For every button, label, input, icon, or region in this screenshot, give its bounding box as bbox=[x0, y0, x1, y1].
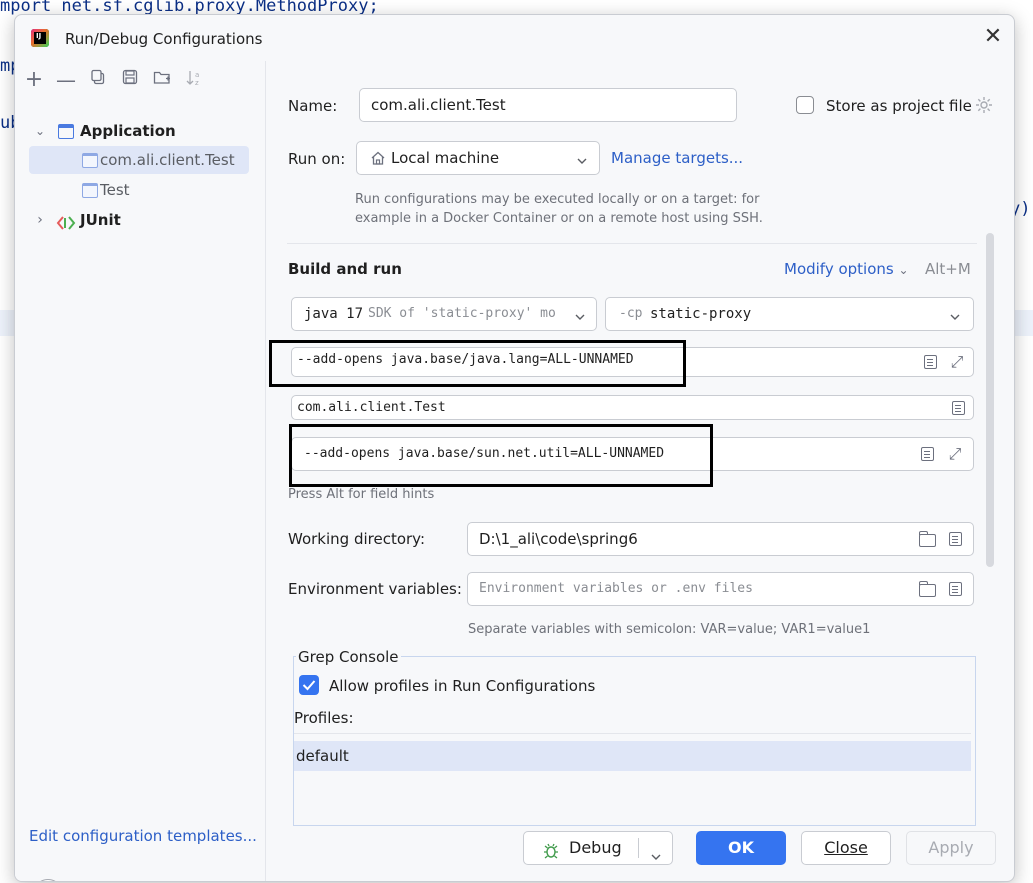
allow-profiles-label: Allow profiles in Run Configurations bbox=[329, 677, 596, 695]
classpath-value: static-proxy bbox=[650, 306, 752, 322]
name-label: Name: bbox=[288, 97, 338, 115]
chevron-down-icon bbox=[949, 308, 961, 327]
run-on-dropdown[interactable]: Local machine bbox=[356, 141, 600, 175]
save-icon[interactable] bbox=[119, 69, 141, 91]
dialog-titlebar: IJ Run/Debug Configurations ✕ bbox=[15, 15, 1014, 61]
chevron-down-icon[interactable] bbox=[650, 842, 662, 874]
classpath-prefix: -cp bbox=[619, 306, 643, 321]
tree-item-label: Application bbox=[80, 122, 176, 140]
bug-icon bbox=[542, 839, 560, 871]
modify-options-shortcut: Alt+M bbox=[925, 260, 971, 278]
class-config-icon bbox=[82, 153, 98, 168]
edit-configuration-templates-link[interactable]: Edit configuration templates... bbox=[29, 827, 257, 845]
modify-options-link[interactable]: Modify options ⌄ bbox=[784, 260, 909, 278]
tree-item-label: JUnit bbox=[80, 211, 121, 229]
tree-item-label: Test bbox=[100, 181, 130, 199]
jdk-dropdown[interactable]: java 17 SDK of 'static-proxy' mo bbox=[291, 297, 597, 331]
scrollbar[interactable] bbox=[986, 233, 994, 567]
store-as-project-checkbox[interactable] bbox=[796, 96, 814, 114]
annotation-box bbox=[269, 340, 686, 387]
chevron-down-icon bbox=[576, 152, 588, 171]
run-on-value: Local machine bbox=[391, 149, 500, 167]
help-button[interactable]: ? bbox=[33, 879, 63, 881]
run-on-hint-line-2: example in a Docker Container or on a re… bbox=[355, 211, 763, 226]
document-icon[interactable] bbox=[924, 355, 937, 369]
chevron-down-icon bbox=[574, 308, 586, 327]
chevron-right-icon[interactable]: › bbox=[33, 206, 47, 234]
tree-toolbar: + — az bbox=[23, 69, 253, 95]
chevron-down-icon[interactable]: ⌄ bbox=[33, 117, 47, 145]
modify-options-label: Modify options bbox=[784, 260, 894, 278]
close-button[interactable]: Close bbox=[801, 831, 891, 865]
profiles-label: Profiles: bbox=[294, 709, 354, 727]
environment-variables-label: Environment variables: bbox=[288, 580, 462, 598]
dialog-title: Run/Debug Configurations bbox=[65, 30, 263, 48]
grep-console-title: Grep Console bbox=[296, 648, 401, 666]
main-class-value: com.ali.client.Test bbox=[297, 400, 446, 415]
sort-icon[interactable]: az bbox=[183, 69, 205, 91]
tree-item-config-selected[interactable]: com.ali.client.Test bbox=[29, 146, 249, 174]
svg-text:z: z bbox=[195, 79, 199, 87]
tree-item-junit[interactable]: › JUnit bbox=[29, 206, 249, 234]
configurations-tree-panel: + — az ⌄ Application com.ali.client.Test bbox=[15, 61, 266, 881]
chevron-down-icon: ⌄ bbox=[898, 263, 909, 277]
name-field[interactable]: com.ali.client.Test bbox=[359, 88, 737, 122]
add-icon[interactable]: + bbox=[23, 69, 45, 91]
close-icon[interactable]: ✕ bbox=[981, 26, 1005, 50]
expand-icon[interactable]: ⤢ bbox=[946, 445, 964, 463]
separator bbox=[287, 243, 977, 244]
run-debug-configurations-dialog: IJ Run/Debug Configurations ✕ + — az ⌄ A… bbox=[14, 14, 1015, 882]
document-icon[interactable] bbox=[921, 447, 934, 461]
new-folder-icon[interactable] bbox=[151, 69, 173, 91]
environment-variables-field[interactable]: Environment variables or .env files bbox=[467, 572, 974, 606]
working-directory-label: Working directory: bbox=[288, 530, 426, 548]
folder-icon[interactable] bbox=[919, 531, 936, 547]
copy-icon[interactable] bbox=[87, 69, 109, 91]
ok-button[interactable]: OK bbox=[696, 831, 786, 865]
tree-item-label: com.ali.client.Test bbox=[100, 151, 235, 169]
classpath-dropdown[interactable]: -cp static-proxy bbox=[605, 297, 974, 331]
remove-icon[interactable]: — bbox=[55, 69, 77, 91]
intellij-logo-icon: IJ bbox=[31, 29, 49, 47]
debug-button-label: Debug bbox=[569, 838, 622, 857]
jdk-value: java 17 bbox=[304, 306, 364, 322]
document-icon[interactable] bbox=[949, 582, 962, 596]
build-and-run-title: Build and run bbox=[288, 260, 402, 278]
jdk-detail: SDK of 'static-proxy' mo bbox=[368, 306, 556, 321]
working-directory-field[interactable]: D:\1_ali\code\spring6 bbox=[467, 522, 974, 556]
profile-row-default[interactable]: default bbox=[294, 741, 971, 771]
tree-item-application[interactable]: ⌄ Application bbox=[29, 117, 249, 145]
svg-text:a: a bbox=[195, 71, 199, 79]
junit-icon bbox=[56, 212, 76, 240]
class-config-icon bbox=[82, 183, 98, 198]
main-class-field[interactable]: com.ali.client.Test bbox=[291, 395, 974, 420]
tree-item-config-test[interactable]: Test bbox=[29, 176, 249, 204]
expand-icon[interactable]: ⤢ bbox=[948, 353, 966, 371]
field-hints-text: Press Alt for field hints bbox=[288, 487, 435, 502]
gear-icon[interactable] bbox=[974, 95, 994, 119]
run-on-label: Run on: bbox=[288, 150, 346, 168]
run-on-hint-line-1: Run configurations may be executed local… bbox=[355, 192, 760, 207]
application-icon bbox=[58, 124, 74, 139]
divider bbox=[638, 838, 639, 858]
document-icon[interactable] bbox=[952, 401, 965, 415]
home-icon bbox=[370, 150, 386, 170]
environment-variables-placeholder: Environment variables or .env files bbox=[479, 581, 753, 596]
name-value: com.ali.client.Test bbox=[371, 96, 506, 114]
folder-icon[interactable] bbox=[919, 581, 936, 597]
document-icon[interactable] bbox=[949, 532, 962, 546]
working-directory-value: D:\1_ali\code\spring6 bbox=[479, 530, 638, 548]
profile-name: default bbox=[296, 747, 349, 765]
allow-profiles-checkbox[interactable] bbox=[299, 675, 319, 695]
manage-targets-link[interactable]: Manage targets... bbox=[611, 149, 743, 167]
store-as-project-label: Store as project file bbox=[826, 97, 972, 115]
apply-button[interactable]: Apply bbox=[906, 831, 996, 865]
debug-split-button[interactable]: Debug bbox=[523, 831, 673, 865]
environment-variables-hint: Separate variables with semicolon: VAR=v… bbox=[468, 622, 871, 637]
annotation-box bbox=[289, 424, 713, 487]
